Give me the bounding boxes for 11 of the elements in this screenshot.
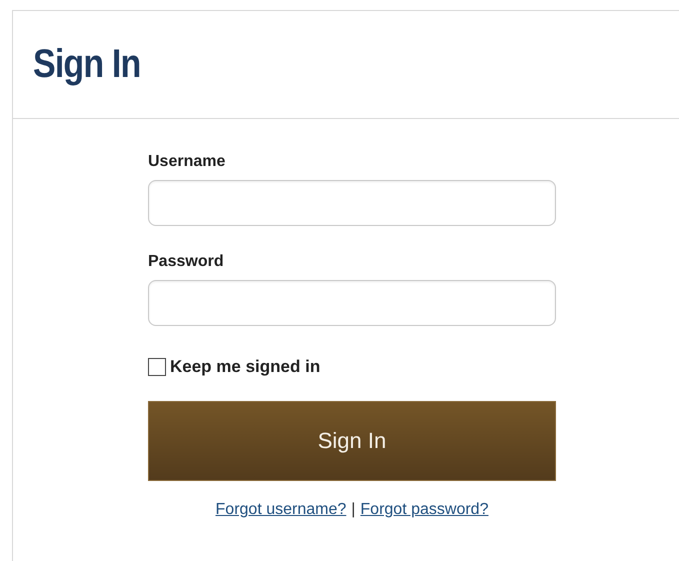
- field-label: Password: [148, 253, 225, 271]
- input-field[interactable]: [148, 180, 556, 226]
- sign-in-button[interactable]: Sign In: [148, 401, 556, 481]
- field-label: Username: [148, 153, 226, 171]
- link-separator: |: [351, 501, 356, 519]
- forgot-link[interactable]: Forgot password?: [360, 501, 488, 519]
- checkbox[interactable]: [148, 358, 166, 376]
- forgot-link[interactable]: Forgot username?: [216, 501, 346, 519]
- input-field[interactable]: [148, 280, 556, 326]
- page-title: Sign In: [33, 42, 140, 87]
- checkbox-label: Keep me signed in: [170, 357, 320, 377]
